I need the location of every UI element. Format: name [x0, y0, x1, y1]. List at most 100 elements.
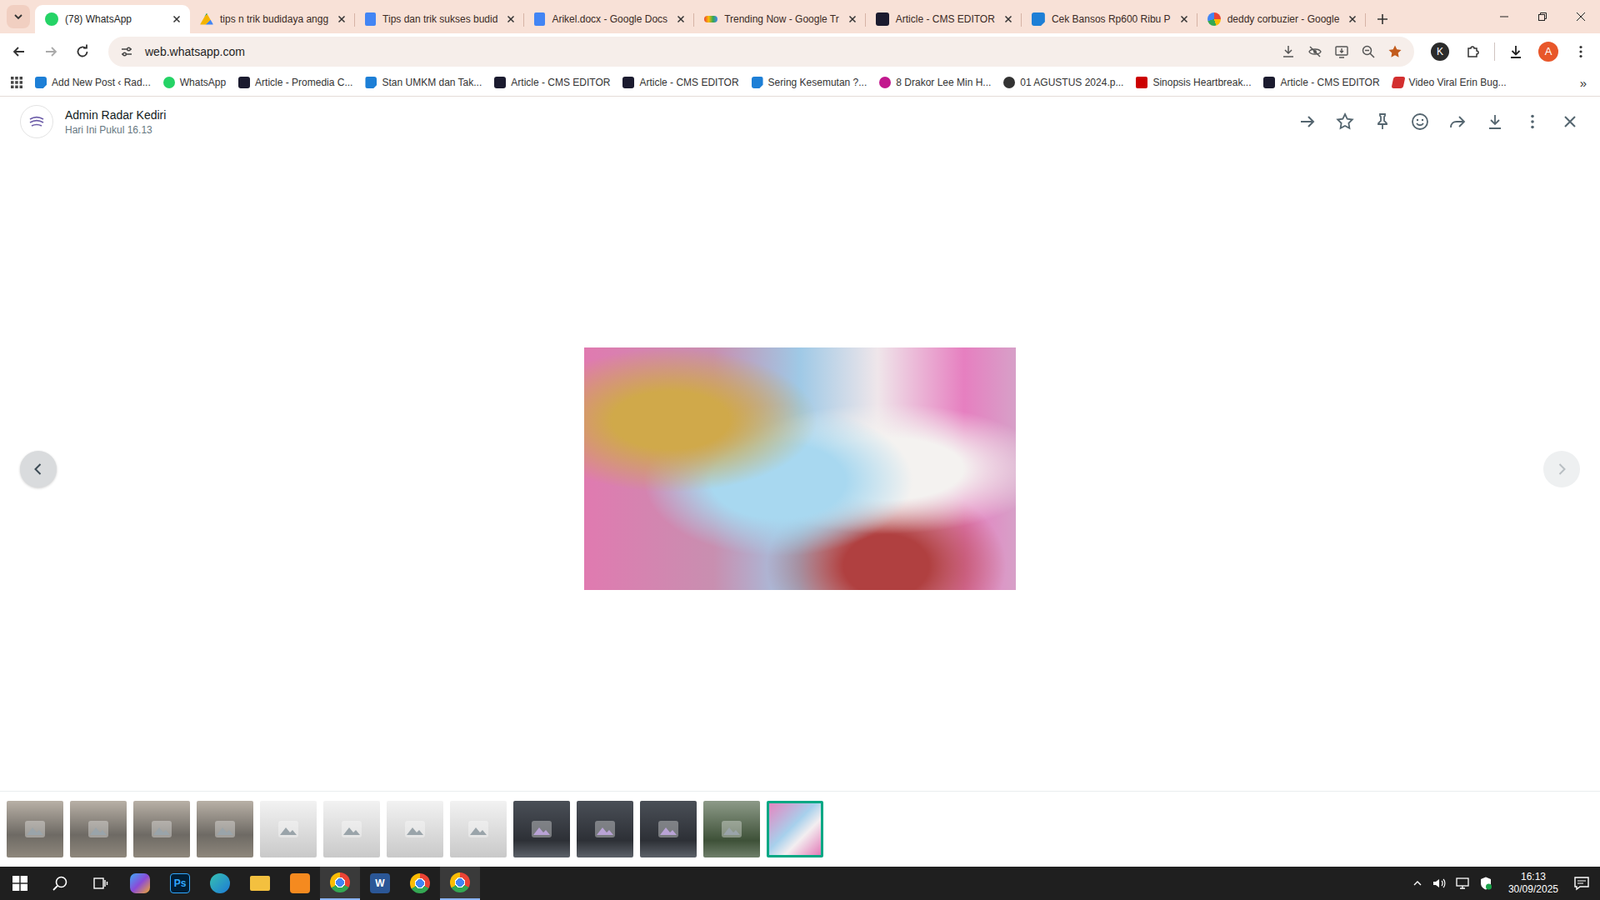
taskbar-app[interactable] [320, 866, 360, 900]
close-icon[interactable] [170, 12, 184, 26]
menu-button[interactable] [1566, 37, 1595, 66]
network-icon[interactable] [1455, 875, 1470, 891]
taskbar-app[interactable] [120, 866, 160, 900]
media-thumbnail[interactable] [450, 800, 507, 858]
eye-off-icon[interactable] [1307, 44, 1323, 60]
media-thumbnail[interactable] [196, 800, 254, 858]
forward-icon[interactable] [1447, 111, 1468, 132]
previous-media-button[interactable] [20, 450, 57, 488]
bookmark-item[interactable]: WhatsApp [163, 76, 226, 89]
download-icon[interactable] [1280, 44, 1296, 60]
download-icon[interactable] [1485, 111, 1505, 132]
browser-tab[interactable]: tips n trik budidaya angg [190, 5, 355, 34]
star-icon[interactable] [1387, 44, 1403, 60]
tab-search-button[interactable] [6, 5, 30, 29]
forward-button[interactable] [36, 37, 65, 66]
close-icon[interactable] [1001, 12, 1015, 26]
new-tab-button[interactable] [1370, 7, 1395, 31]
taskbar-app[interactable] [280, 866, 320, 900]
taskbar-app[interactable] [240, 866, 280, 900]
pin-icon[interactable] [1372, 111, 1393, 132]
favicon-icon [1207, 12, 1221, 26]
taskbar-app[interactable] [80, 866, 120, 900]
close-window-button[interactable] [1561, 0, 1600, 34]
media-thumbnail[interactable] [386, 800, 444, 858]
puzzle-icon [1465, 44, 1481, 60]
more-vertical-icon[interactable] [1522, 111, 1543, 132]
bookmark-item[interactable]: Video Viral Erin Bug... [1392, 76, 1507, 89]
bookmarks-overflow-button[interactable]: » [1576, 75, 1590, 90]
security-shield-icon[interactable] [1478, 875, 1494, 891]
browser-tab[interactable]: Tips dan trik sukses budid [355, 5, 525, 34]
minimize-button[interactable] [1485, 0, 1524, 34]
zoom-icon[interactable] [1360, 44, 1376, 60]
media-thumbnail[interactable] [133, 800, 190, 858]
chevron-up-icon[interactable] [1411, 877, 1424, 890]
bookmark-item[interactable]: Article - CMS EDITOR [622, 76, 739, 89]
browser-tab[interactable]: Arikel.docx - Google Docs [524, 5, 695, 34]
browser-tab[interactable]: deddy corbuzier - Google [1197, 5, 1367, 34]
bookmark-item[interactable]: Sering Kesemutan ?... [751, 76, 868, 89]
media-thumbnail[interactable] [703, 800, 760, 858]
bookmark-item[interactable]: 8 Drakor Lee Min H... [879, 76, 991, 89]
close-icon[interactable] [674, 12, 688, 26]
media-thumbnail[interactable] [513, 800, 570, 858]
media-thumbnail[interactable] [576, 800, 634, 858]
close-icon[interactable] [504, 12, 518, 26]
media-thumbnail[interactable] [323, 800, 380, 858]
browser-tab[interactable]: Cek Bansos Rp600 Ribu P [1021, 5, 1198, 34]
taskbar-app[interactable]: Ps [160, 866, 200, 900]
bookmark-item[interactable]: 01 AGUSTUS 2024.p... [1003, 76, 1124, 89]
bookmark-item[interactable]: Sinopsis Heartbreak... [1135, 76, 1251, 89]
emoji-icon[interactable] [1410, 111, 1430, 132]
extensions-button[interactable] [1459, 37, 1488, 66]
close-icon[interactable] [1560, 111, 1580, 132]
back-button[interactable] [5, 37, 34, 66]
media-thumbnail[interactable] [640, 800, 697, 858]
bookmark-item[interactable]: Add New Post ‹ Rad... [35, 76, 151, 89]
taskbar-app[interactable] [40, 866, 80, 900]
restore-button[interactable] [1523, 0, 1562, 34]
close-icon[interactable] [1177, 12, 1191, 26]
tab-label: Trending Now - Google Tr [724, 13, 840, 25]
clock[interactable]: 16:1330/09/2025 [1501, 870, 1565, 896]
install-app-icon[interactable] [1334, 44, 1350, 60]
speaker-icon[interactable] [1431, 875, 1447, 891]
browser-tab[interactable]: (78) WhatsApp [35, 5, 190, 34]
sender-avatar[interactable] [20, 105, 54, 139]
bookmark-item[interactable]: Article - CMS EDITOR [1263, 76, 1380, 89]
bookmark-item[interactable]: Article - Promedia C... [238, 76, 353, 89]
taskbar-app[interactable] [0, 866, 40, 900]
address-bar[interactable]: web.whatsapp.com [108, 36, 1415, 67]
reload-button[interactable] [68, 37, 97, 66]
media-thumbnail[interactable] [260, 800, 317, 858]
media-thumbnail[interactable] [766, 800, 824, 858]
search-icon [51, 875, 69, 892]
browser-tab[interactable]: Article - CMS EDITOR [865, 5, 1022, 34]
taskbar-app[interactable] [200, 866, 240, 900]
minimize-icon [1499, 11, 1510, 22]
taskbar-app[interactable] [440, 866, 480, 900]
profile-avatar[interactable]: A [1538, 41, 1559, 62]
site-settings-icon[interactable] [120, 45, 134, 59]
bookmark-item[interactable]: Article - CMS EDITOR [494, 76, 610, 89]
bookmark-label: WhatsApp [180, 76, 226, 89]
browser-tab[interactable]: Trending Now - Google Tr [694, 5, 866, 34]
media-thumbnail[interactable] [70, 800, 127, 858]
next-media-button[interactable] [1543, 450, 1580, 488]
close-icon[interactable] [845, 12, 860, 26]
taskbar-app[interactable]: W [360, 866, 400, 900]
thumbnail-strip [0, 790, 1600, 867]
taskbar-app[interactable] [400, 866, 440, 900]
bookmark-item[interactable]: Stan UMKM dan Tak... [365, 76, 482, 89]
close-icon[interactable] [335, 12, 349, 26]
close-icon[interactable] [1345, 12, 1360, 26]
url-text[interactable]: web.whatsapp.com [145, 45, 245, 59]
media-thumbnail[interactable] [6, 800, 64, 858]
star-icon[interactable] [1335, 111, 1355, 132]
apps-grid-icon[interactable] [10, 75, 24, 90]
downloads-button[interactable] [1501, 37, 1530, 66]
extension-avatar[interactable]: K [1430, 42, 1450, 61]
go-to-message-icon[interactable] [1297, 111, 1318, 132]
notification-icon[interactable] [1573, 875, 1590, 892]
